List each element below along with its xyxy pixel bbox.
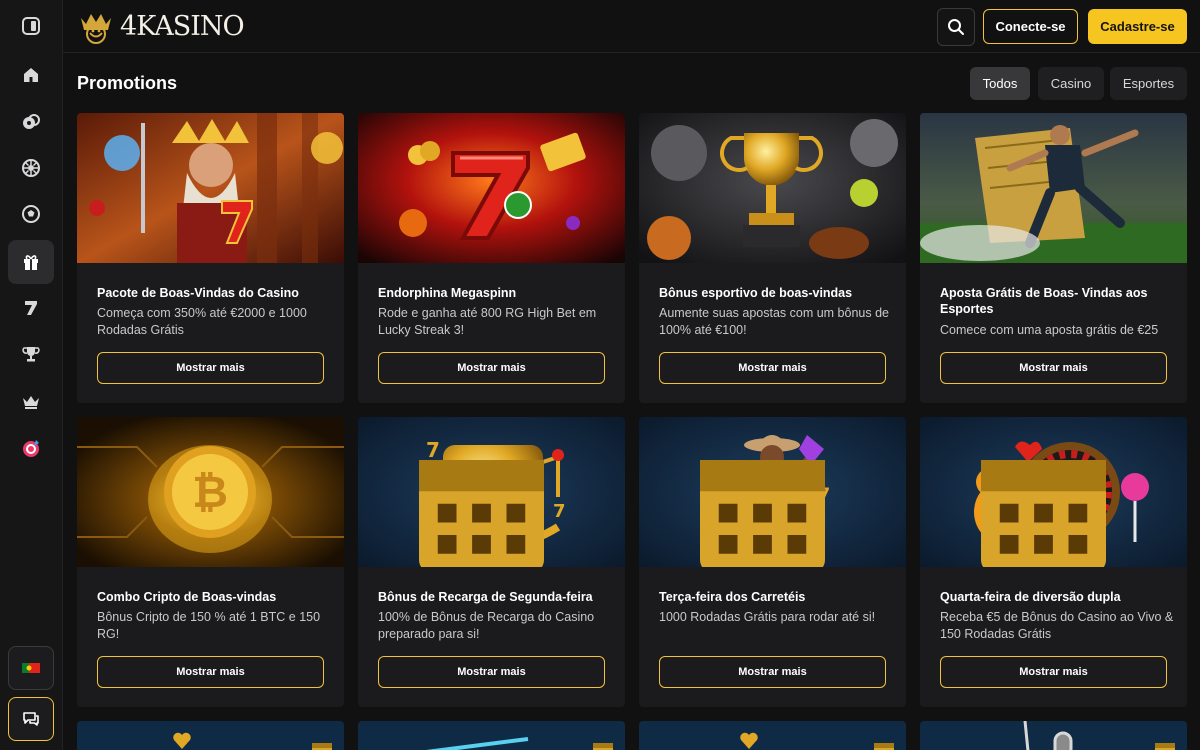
slots-seven-icon xyxy=(25,301,37,315)
knight-icon xyxy=(1023,721,1073,750)
promo-description: Começa com 350% até €2000 e 1000 Rodadas… xyxy=(97,306,307,337)
promo-card: 777 7 7 Bônus de Recarga de Segunda-feir… xyxy=(358,417,625,707)
promo-card: Bônus esportivo de boas-vindas Aumente s… xyxy=(639,113,906,403)
show-more-button[interactable]: Mostrar mais xyxy=(940,656,1167,688)
promo-card: ₿ Combo Cripto de Boas-vindas Bônus Crip… xyxy=(77,417,344,707)
svg-text:₿: ₿ xyxy=(192,467,228,518)
promo-title: Endorphina Megaspinn xyxy=(378,286,517,300)
promo-image xyxy=(920,113,1187,263)
promo-title: Pacote de Boas-Vindas do Casino xyxy=(97,286,299,300)
promo-card-partial xyxy=(920,721,1187,750)
sidebar-item-live-casino[interactable] xyxy=(8,146,54,190)
show-more-button[interactable]: Mostrar mais xyxy=(97,656,324,688)
search-icon xyxy=(948,19,964,35)
promo-card: Pacote de Boas-Vindas do Casino Começa c… xyxy=(77,113,344,403)
lucky-seven-illustration xyxy=(358,113,625,263)
tournament-trophy-icon xyxy=(22,347,40,362)
promo-card-partial xyxy=(77,721,344,750)
promo-title: Quarta-feira de diversão dupla xyxy=(940,590,1121,604)
chat-button[interactable] xyxy=(8,697,54,741)
wheel-bonus-icon xyxy=(23,440,39,457)
sidebar-item-sports[interactable] xyxy=(8,192,54,236)
show-more-button[interactable]: Mostrar mais xyxy=(97,352,324,384)
sidebar-item-promotions[interactable] xyxy=(8,240,54,284)
promo-image xyxy=(639,113,906,263)
promo-description: Rode e ganha até 800 RG High Bet em Luck… xyxy=(378,306,597,337)
show-more-button[interactable]: Mostrar mais xyxy=(659,352,886,384)
calendar-icon xyxy=(593,743,613,750)
sidebar-toggle-icon xyxy=(22,17,40,35)
promo-description: Comece com uma aposta grátis de €25 xyxy=(940,323,1159,337)
promo-image: ₿ xyxy=(77,417,344,567)
promo-image: 777 7 7 xyxy=(358,417,625,567)
filter-tab-todos[interactable]: Todos xyxy=(970,67,1030,100)
calendar-icon xyxy=(419,460,544,567)
sidebar-item-casino[interactable] xyxy=(8,100,54,144)
login-button[interactable]: Conecte-se xyxy=(983,9,1078,44)
heart-icon xyxy=(740,732,758,749)
promo-title: Terça-feira dos Carretéis xyxy=(659,590,806,604)
chat-icon xyxy=(23,712,39,726)
sidebar-item-wheel-bonus[interactable] xyxy=(8,426,54,470)
page-title: Promotions xyxy=(77,73,178,93)
promo-card-partial xyxy=(358,721,625,750)
search-button[interactable] xyxy=(937,8,975,46)
king-slot-illustration xyxy=(77,113,344,263)
live-casino-roulette-icon xyxy=(22,159,40,177)
show-more-button[interactable]: Mostrar mais xyxy=(659,656,886,688)
promo-title: Bônus esportivo de boas-vindas xyxy=(659,286,853,300)
filter-tab-casino[interactable]: Casino xyxy=(1038,67,1104,100)
king-logo-icon xyxy=(81,14,111,44)
promo-card-partial xyxy=(639,721,906,750)
promo-title: Aposta Grátis de Boas- Vindas aos Esport… xyxy=(940,286,1148,316)
calendar-icon xyxy=(700,460,825,567)
bitcoin-coin-illustration: ₿ xyxy=(77,417,344,567)
portugal-flag-icon xyxy=(22,663,40,673)
language-selector[interactable] xyxy=(8,646,54,690)
promo-image xyxy=(920,417,1187,567)
promo-description: Receba €5 de Bônus do Casino ao Vivo & 1… xyxy=(940,610,1174,641)
home-icon xyxy=(24,68,38,82)
vip-crown-icon xyxy=(23,396,39,409)
top-bar: 4KASINO Conecte-se Cadastre-se xyxy=(63,0,1200,53)
brand-name: 4KASINO xyxy=(120,10,245,42)
calendar-icon xyxy=(981,460,1106,567)
sidebar-toggle-button[interactable] xyxy=(8,4,54,48)
promo-card: Quarta-feira de diversão dupla Receba €5… xyxy=(920,417,1187,707)
heart-icon xyxy=(173,732,191,749)
promo-card: Endorphina Megaspinn Rode e ganha até 80… xyxy=(358,113,625,403)
brand-logo[interactable]: 4KASINO xyxy=(76,6,245,46)
sidebar-item-vip[interactable] xyxy=(8,380,54,424)
promo-description: 100% de Bônus de Recarga do Casino prepa… xyxy=(378,610,595,641)
sidebar-item-tournaments[interactable] xyxy=(8,332,54,376)
sidebar xyxy=(0,0,63,750)
filter-tab-esportes[interactable]: Esportes xyxy=(1110,67,1187,100)
casino-chips-icon xyxy=(23,114,40,129)
show-more-button[interactable]: Mostrar mais xyxy=(378,656,605,688)
sidebar-item-home[interactable] xyxy=(8,53,54,97)
promo-image: 7 7 xyxy=(639,417,906,567)
promo-title: Bônus de Recarga de Segunda-feira xyxy=(378,590,593,604)
promo-image xyxy=(77,113,344,263)
promo-description: Aumente suas apostas com um bônus de 100… xyxy=(659,306,889,337)
show-more-button[interactable]: Mostrar mais xyxy=(940,352,1167,384)
sports-trophy-illustration xyxy=(639,113,906,263)
promo-title: Combo Cripto de Boas-vindas xyxy=(97,590,277,604)
promo-description: 1000 Rodadas Grátis para rodar até si! xyxy=(659,610,876,624)
promotions-gift-icon xyxy=(24,255,38,270)
promo-card: Aposta Grátis de Boas- Vindas aos Esport… xyxy=(920,113,1187,403)
calendar-icon xyxy=(312,743,332,750)
promo-image xyxy=(358,113,625,263)
promo-description: Bônus Cripto de 150 % até 1 BTC e 150 RG… xyxy=(97,610,321,641)
show-more-button[interactable]: Mostrar mais xyxy=(378,352,605,384)
calendar-icon xyxy=(874,743,894,750)
promo-card: 7 7 Terça-feira dos Carretéis 1000 Rodad… xyxy=(639,417,906,707)
football-player-illustration xyxy=(920,113,1187,263)
calendar-icon xyxy=(1155,743,1175,750)
signup-button[interactable]: Cadastre-se xyxy=(1088,9,1187,44)
sports-ball-icon xyxy=(22,205,40,223)
sidebar-item-slots[interactable] xyxy=(8,286,54,330)
sword-icon xyxy=(425,737,529,750)
